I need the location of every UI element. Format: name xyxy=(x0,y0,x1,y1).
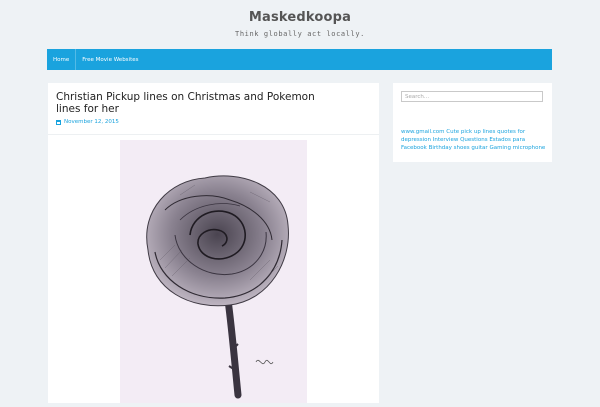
tag-link[interactable]: Cute pick up lines xyxy=(446,129,495,135)
rose-drawing-icon xyxy=(120,140,307,403)
post-featured-image xyxy=(120,140,307,403)
tag-link[interactable]: Gaming microphone xyxy=(489,145,545,151)
post-date-text[interactable]: November 12, 2015 xyxy=(64,119,119,125)
post-title[interactable]: Christian Pickup lines on Christmas and … xyxy=(56,91,326,115)
site-title[interactable]: Maskedkoopa xyxy=(0,10,600,25)
tag-link[interactable]: shoes xyxy=(454,145,470,151)
calendar-icon xyxy=(56,119,61,125)
tag-link[interactable]: www.gmail.com xyxy=(401,129,445,135)
tag-cloud: www.gmail.com Cute pick up lines quotes … xyxy=(401,128,549,152)
main-navigation: Home Free Movie Websites xyxy=(47,49,552,70)
site-tagline: Think globally act locally. xyxy=(235,30,365,38)
post-date[interactable]: November 12, 2015 xyxy=(56,119,119,125)
sidebar-widget: www.gmail.com Cute pick up lines quotes … xyxy=(393,83,552,162)
tag-link[interactable]: Interview Questions xyxy=(433,137,488,143)
search-input[interactable] xyxy=(401,91,543,102)
nav-item-home[interactable]: Home xyxy=(47,49,75,70)
nav-item-free-movie-websites[interactable]: Free Movie Websites xyxy=(76,49,144,70)
tag-link[interactable]: Birthday xyxy=(429,145,452,151)
post-card: Christian Pickup lines on Christmas and … xyxy=(48,83,379,403)
tag-link[interactable]: guitar xyxy=(471,145,487,151)
post-header-divider xyxy=(48,134,379,135)
